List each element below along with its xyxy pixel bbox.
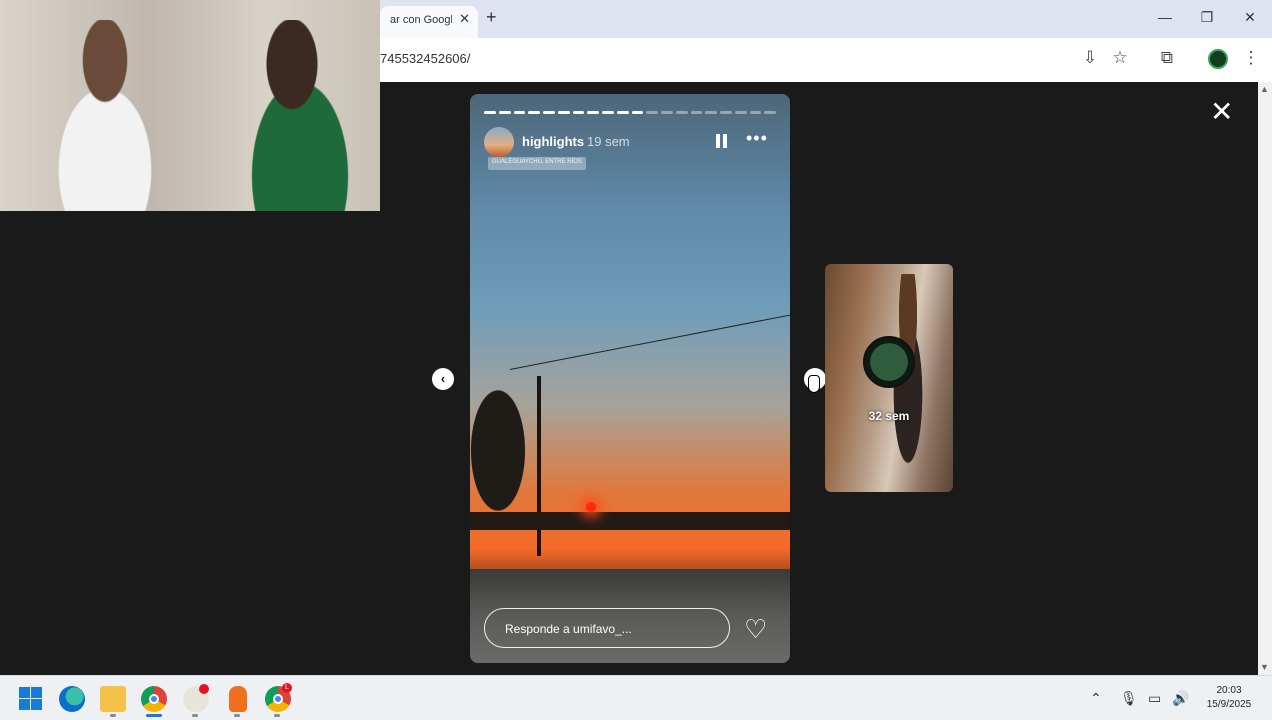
progress-segment (705, 111, 717, 114)
active-indicator (146, 714, 162, 717)
running-indicator (110, 714, 116, 717)
minimize-button[interactable]: — (1150, 9, 1180, 25)
star-icon[interactable]: ☆ (1108, 48, 1132, 68)
running-indicator (234, 714, 240, 717)
extensions-icon[interactable]: ⧉ (1155, 48, 1179, 68)
progress-segment (661, 111, 673, 114)
progress-segment (602, 111, 614, 114)
power-line (509, 311, 790, 370)
progress-segment (484, 111, 496, 114)
progress-segment (616, 111, 629, 114)
running-indicator (192, 714, 198, 717)
new-tab-button[interactable]: + (486, 7, 497, 28)
progress-segment (749, 111, 762, 114)
chevron-up-icon[interactable]: ⌃ (1090, 690, 1102, 707)
more-options-icon[interactable]: ••• (746, 128, 768, 149)
story-username[interactable]: highlights (522, 134, 584, 149)
story-time-ago: 19 sem (587, 134, 630, 149)
microphone-app-icon[interactable] (229, 686, 247, 712)
network-icon[interactable]: ▭ (1148, 690, 1161, 707)
progress-segment (572, 111, 585, 114)
chrome-badge: L (282, 683, 292, 693)
clock-time: 20:03 (1216, 685, 1242, 696)
next-story-avatar (863, 336, 915, 388)
webcam-person-left (20, 20, 190, 211)
progress-segment (690, 111, 703, 114)
profile-avatar[interactable] (1208, 49, 1228, 69)
system-clock[interactable]: 20:03 15/9/2025 (1200, 684, 1258, 712)
reply-placeholder: Responde a umifavo_... (505, 622, 632, 636)
progress-segment (587, 111, 599, 114)
horizon (470, 512, 790, 530)
prev-story-button[interactable]: ‹ (432, 368, 454, 390)
clock-date: 15/9/2025 (1206, 699, 1252, 710)
install-icon[interactable]: ⇩ (1078, 48, 1102, 68)
progress-segment (543, 111, 555, 114)
chrome-icon[interactable] (141, 686, 167, 712)
chrome-profile-icon[interactable]: L (265, 683, 292, 712)
progress-segment (528, 111, 540, 114)
scroll-down-icon[interactable]: ▼ (1260, 662, 1269, 672)
browser-tab[interactable]: ar con Google ✕ (380, 6, 478, 38)
taskbar: L ⌃ 🎙 ▭ 🔊 20:03 15/9/2025 (0, 675, 1272, 720)
reply-input[interactable]: Responde a umifavo_... (484, 608, 730, 648)
progress-segment (734, 111, 747, 114)
webcam-overlay (0, 0, 380, 211)
mouse-cursor (808, 375, 820, 393)
scroll-up-icon[interactable]: ▲ (1260, 84, 1269, 94)
progress-segment (720, 111, 732, 114)
progress-segment (557, 111, 570, 114)
progress-segment (631, 111, 644, 114)
heart-icon[interactable]: ♡ (744, 614, 767, 645)
progress-segment (764, 111, 776, 114)
file-explorer-icon[interactable] (100, 686, 126, 712)
restore-button[interactable]: ❐ (1192, 9, 1222, 26)
app-icon[interactable] (183, 684, 209, 712)
story-avatar[interactable] (484, 127, 514, 157)
location-sticker[interactable]: GUALEGUAYCHÚ, ENTRE RÍOS (488, 157, 586, 170)
progress-segment (498, 111, 511, 114)
tab-title: ar con Google (390, 14, 452, 26)
next-story-time: 32 sem (868, 409, 910, 423)
pause-icon[interactable] (716, 134, 728, 148)
windows-start-icon[interactable] (18, 686, 44, 712)
progress-segment (646, 111, 658, 114)
microphone-icon[interactable]: 🎙 (1120, 690, 1138, 707)
tab-close-icon[interactable]: ✕ (459, 11, 470, 27)
story-card[interactable]: highlights 19 sem ••• GUALEGUAYCHÚ, ENTR… (470, 94, 790, 663)
story-progress-bar (484, 111, 776, 114)
edge-icon[interactable] (59, 686, 85, 712)
webcam-person-right (220, 20, 380, 211)
menu-icon[interactable]: ⋮ (1239, 48, 1263, 68)
scrollbar[interactable]: ▲ ▼ (1258, 82, 1272, 675)
next-story-preview[interactable]: 32 sem (825, 264, 953, 492)
running-indicator (274, 714, 280, 717)
address-bar[interactable]: 745532452606/ (380, 51, 470, 66)
close-window-button[interactable]: ✕ (1235, 9, 1265, 26)
volume-icon[interactable]: 🔊 (1172, 690, 1189, 707)
progress-segment (513, 111, 526, 114)
close-viewer-button[interactable]: ✕ (1210, 98, 1233, 126)
setting-sun (586, 502, 596, 512)
progress-segment (675, 111, 688, 114)
